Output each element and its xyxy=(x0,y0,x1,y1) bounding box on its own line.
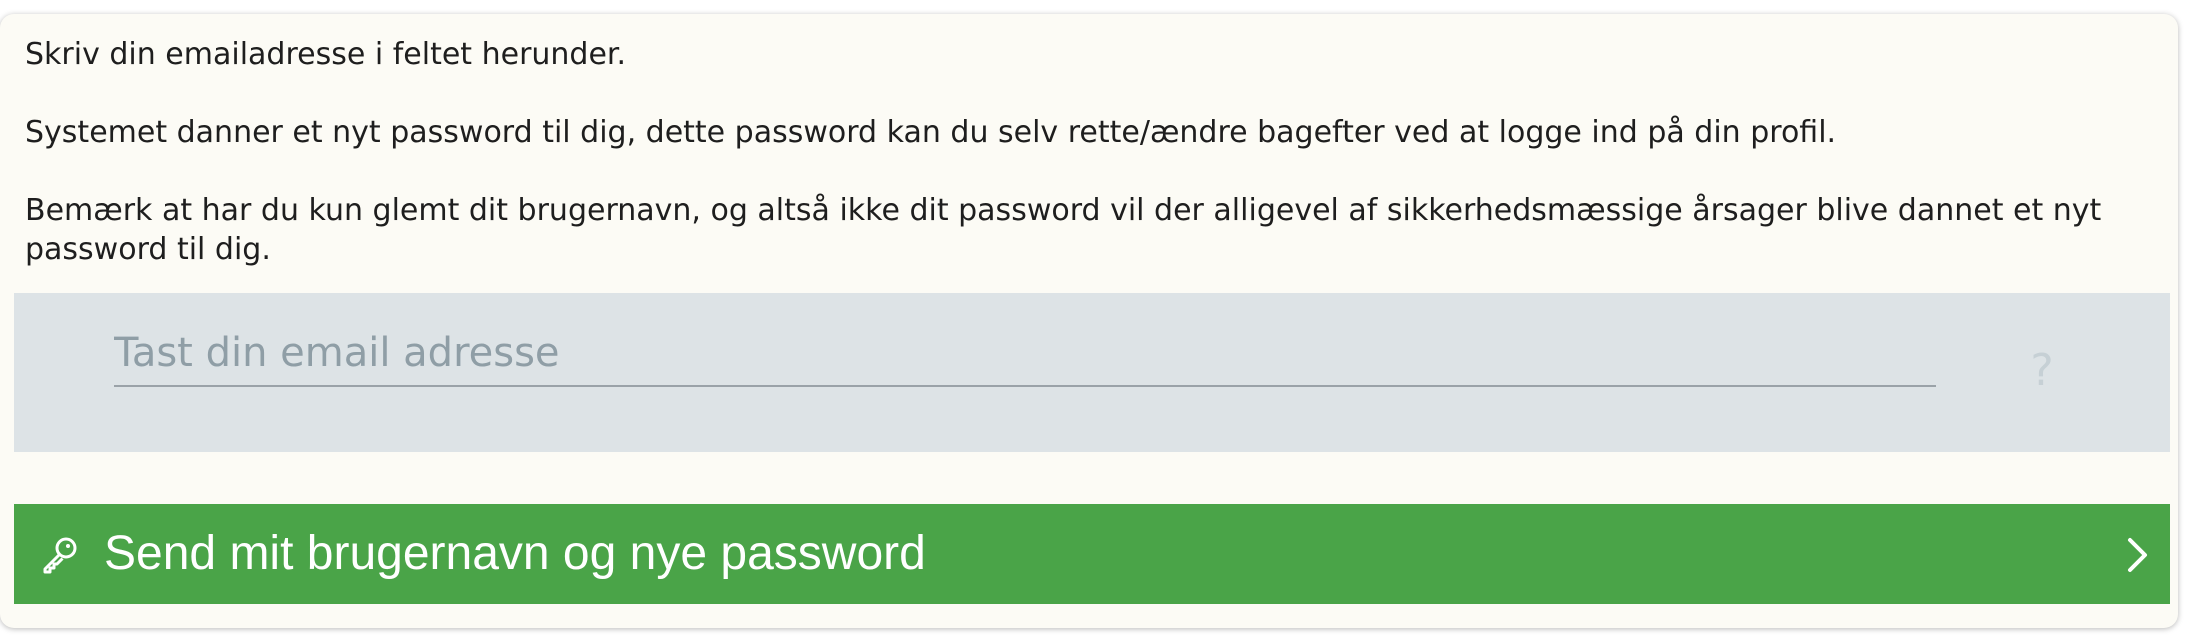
send-password-button[interactable]: Send mit brugernavn og nye password xyxy=(14,504,2170,604)
username-note-text: Bemærk at har du kun glemt dit brugernav… xyxy=(25,193,2102,267)
instruction-text: Skriv din emailadresse i feltet herunder… xyxy=(25,37,627,72)
chevron-right-icon xyxy=(2128,538,2147,572)
email-input[interactable] xyxy=(114,321,1936,387)
key-icon xyxy=(43,537,77,574)
send-password-button-label: Send mit brugernavn og nye password xyxy=(104,527,926,580)
help-icon[interactable]: ? xyxy=(2012,341,2072,401)
email-field-container: ? xyxy=(14,293,2170,452)
password-info-text: Systemet danner et nyt password til dig,… xyxy=(25,115,1837,150)
